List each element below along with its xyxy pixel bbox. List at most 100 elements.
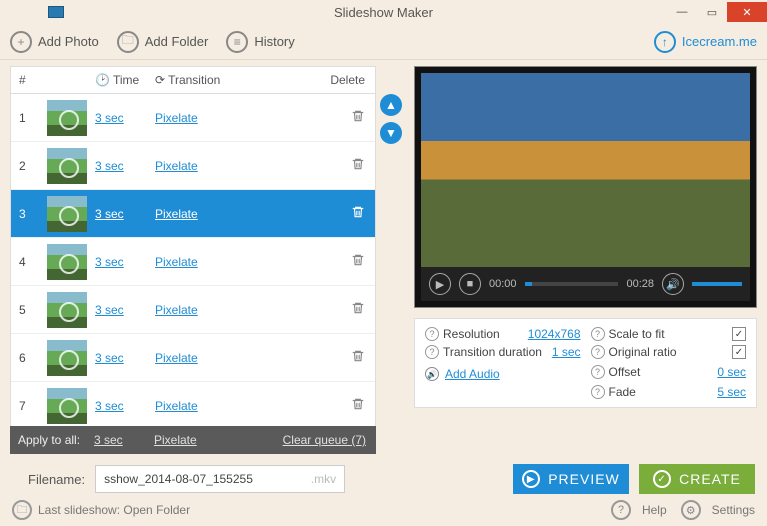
slides-list[interactable]: 13 secPixelate23 secPixelate33 secPixela…	[10, 94, 376, 454]
slide-row[interactable]: 63 secPixelate	[11, 334, 375, 382]
trash-icon[interactable]	[351, 400, 365, 414]
maximize-button[interactable]: ▭	[697, 2, 727, 22]
footer: 🗀 Last slideshow: Open Folder ? Help ⚙ S…	[0, 494, 767, 526]
add-audio-link[interactable]: Add Audio	[445, 367, 500, 381]
help-icon[interactable]: ?	[425, 327, 439, 341]
transition-duration-row: ? Transition duration 1 sec	[425, 345, 581, 359]
slide-thumbnail[interactable]	[47, 196, 87, 232]
slide-time-link[interactable]: 3 sec	[95, 303, 124, 317]
preview-button[interactable]: ▶ PREVIEW	[513, 464, 629, 494]
plus-icon: +	[10, 31, 32, 53]
slide-transition-link[interactable]: Pixelate	[155, 111, 198, 125]
apply-time-link[interactable]: 3 sec	[94, 433, 123, 447]
help-icon[interactable]: ?	[591, 385, 605, 399]
trash-icon[interactable]	[351, 256, 365, 270]
slide-row[interactable]: 13 secPixelate	[11, 94, 375, 142]
slide-transition-link[interactable]: Pixelate	[155, 207, 198, 221]
filename-input[interactable]: sshow_2014-08-07_155255 .mkv	[95, 465, 345, 493]
filename-label: Filename:	[28, 472, 85, 487]
trash-icon[interactable]	[351, 208, 365, 222]
slides-panel: # 🕑Time ⟳Transition Delete 13 secPixelat…	[10, 66, 376, 454]
last-slideshow-link[interactable]: Last slideshow: Open Folder	[38, 503, 190, 517]
folder-icon[interactable]: 🗀	[12, 500, 32, 520]
slide-thumbnail[interactable]	[47, 148, 87, 184]
slide-row[interactable]: 33 secPixelate	[11, 190, 375, 238]
move-up-button[interactable]: ▲	[380, 94, 402, 116]
filename-bar: Filename: sshow_2014-08-07_155255 .mkv ▶…	[0, 454, 767, 494]
app-icon	[48, 6, 64, 18]
slide-thumbnail[interactable]	[47, 244, 87, 280]
help-icon[interactable]: ?	[425, 345, 439, 359]
slide-row[interactable]: 4 3 sec Pixelate	[11, 238, 375, 286]
move-down-button[interactable]: ▼	[380, 122, 402, 144]
close-button[interactable]: ✕	[727, 2, 767, 22]
trash-icon[interactable]	[351, 112, 365, 126]
play-button[interactable]: ▶	[429, 273, 451, 295]
slide-thumbnail[interactable]	[47, 100, 87, 136]
help-icon: ?	[611, 500, 631, 520]
resolution-row: ? Resolution 1024x768	[425, 327, 581, 341]
stop-button[interactable]: ■	[459, 273, 481, 295]
slide-thumbnail[interactable]	[47, 292, 87, 328]
slide-number: 7	[11, 399, 39, 413]
original-ratio-row: ? Original ratio ✓	[591, 345, 747, 359]
slide-transition-link[interactable]: Pixelate	[155, 303, 198, 317]
apply-transition-link[interactable]: Pixelate	[154, 433, 197, 447]
slide-time-link[interactable]: 3 sec	[95, 207, 124, 221]
time-total: 00:28	[626, 278, 654, 290]
slide-time-link[interactable]: 3 sec	[95, 399, 124, 413]
offset-row: ? Offset 0 sec	[591, 363, 747, 381]
slide-transition-link[interactable]: Pixelate	[155, 255, 198, 269]
slide-number: 2	[11, 159, 39, 173]
add-folder-button[interactable]: 🗀 Add Folder	[117, 31, 209, 53]
help-icon[interactable]: ?	[591, 365, 605, 379]
help-icon[interactable]: ?	[591, 327, 605, 341]
trash-icon[interactable]	[351, 352, 365, 366]
apply-to-all-bar: Apply to all: 3 sec Pixelate Clear queue…	[10, 426, 376, 454]
mute-button[interactable]: 🔊	[662, 273, 684, 295]
preview-image	[421, 73, 750, 267]
trash-icon[interactable]	[351, 160, 365, 174]
slides-header: # 🕑Time ⟳Transition Delete	[10, 66, 376, 94]
history-icon: ≡	[226, 31, 248, 53]
slide-transition-link[interactable]: Pixelate	[155, 159, 198, 173]
clear-queue-link[interactable]: Clear queue (7)	[283, 433, 366, 447]
fade-value[interactable]: 5 sec	[717, 385, 746, 399]
preview-box: ▶ ■ 00:00 00:28 🔊	[414, 66, 757, 308]
add-audio-row: 🔊 Add Audio	[425, 367, 581, 381]
help-icon[interactable]: ?	[591, 345, 605, 359]
history-button[interactable]: ≡ History	[226, 31, 294, 53]
slide-time-link[interactable]: 3 sec	[95, 255, 124, 269]
settings-button[interactable]: ⚙ Settings	[681, 500, 755, 520]
slide-thumbnail[interactable]	[47, 388, 87, 424]
offset-value[interactable]: 0 sec	[717, 365, 746, 379]
slide-row[interactable]: 7 3 sec Pixelate	[11, 382, 375, 430]
create-button[interactable]: ✓ CREATE	[639, 464, 755, 494]
settings-panel: ? Resolution 1024x768 ? Scale to fit ✓ ?…	[414, 318, 757, 408]
slide-transition-link[interactable]: Pixelate	[155, 399, 198, 413]
original-ratio-checkbox[interactable]: ✓	[732, 345, 746, 359]
trash-icon[interactable]	[351, 304, 365, 318]
volume-slider[interactable]	[692, 282, 742, 286]
folder-icon: 🗀	[117, 31, 139, 53]
seek-slider[interactable]	[525, 282, 619, 286]
slide-time-link[interactable]: 3 sec	[95, 111, 124, 125]
window-title: Slideshow Maker	[334, 5, 433, 20]
brand-link[interactable]: ↑ Icecream.me	[654, 31, 757, 53]
scale-checkbox[interactable]: ✓	[732, 327, 746, 341]
time-current: 00:00	[489, 278, 517, 290]
slide-row[interactable]: 2 3 sec Pixelate	[11, 142, 375, 190]
slide-row[interactable]: 53 secPixelate	[11, 286, 375, 334]
help-button[interactable]: ? Help	[611, 500, 667, 520]
transition-duration-value[interactable]: 1 sec	[552, 345, 581, 359]
slide-transition-link[interactable]: Pixelate	[155, 351, 198, 365]
titlebar: Slideshow Maker — ▭ ✕	[0, 0, 767, 24]
slide-time-link[interactable]: 3 sec	[95, 159, 124, 173]
fade-row: ? Fade 5 sec	[591, 385, 747, 399]
add-photo-button[interactable]: + Add Photo	[10, 31, 99, 53]
slide-thumbnail[interactable]	[47, 340, 87, 376]
slide-number: 4	[11, 255, 39, 269]
slide-time-link[interactable]: 3 sec	[95, 351, 124, 365]
minimize-button[interactable]: —	[667, 2, 697, 22]
resolution-value[interactable]: 1024x768	[528, 327, 581, 341]
